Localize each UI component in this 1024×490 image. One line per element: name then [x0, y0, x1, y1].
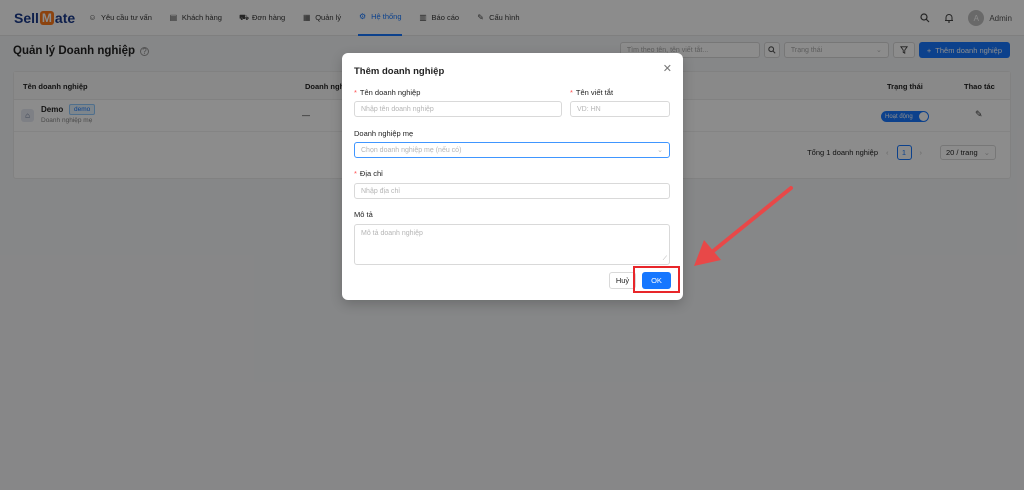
annotation-arrow-icon [694, 186, 793, 266]
